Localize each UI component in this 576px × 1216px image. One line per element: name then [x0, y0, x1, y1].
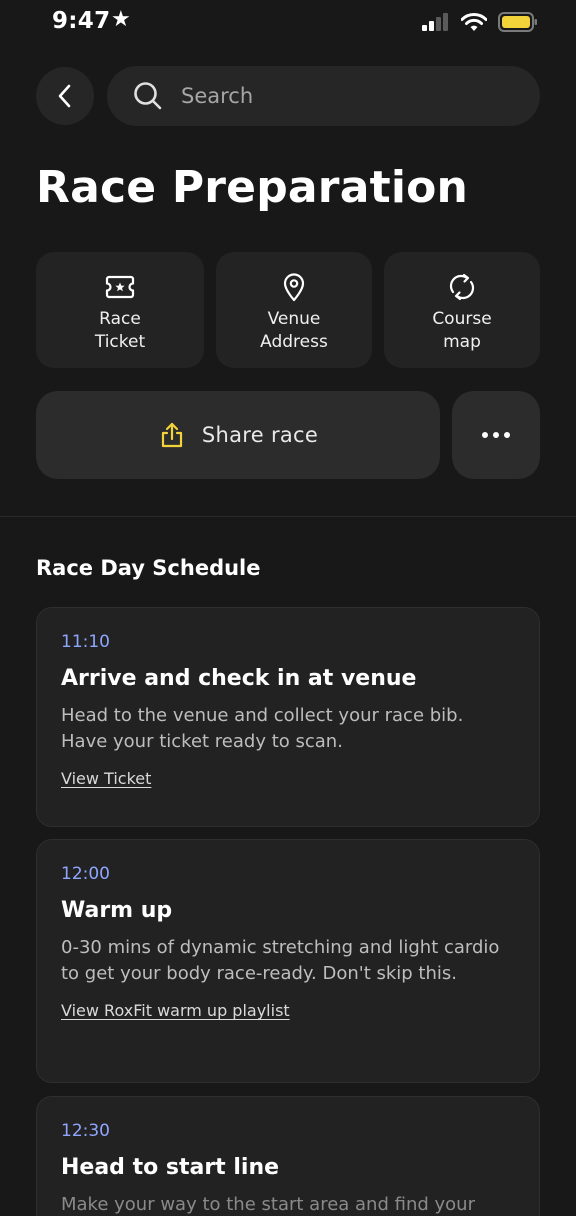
- share-race-button[interactable]: Share race: [36, 391, 440, 479]
- location-pin-icon: [283, 273, 305, 302]
- chevron-left-icon: [58, 84, 71, 108]
- loop-arrows-icon: [449, 273, 475, 301]
- search-icon: [134, 82, 162, 110]
- tile-label: Race Ticket: [94, 309, 146, 352]
- status-indicators: [422, 12, 538, 32]
- ticket-icon: [105, 275, 135, 299]
- schedule-card-start-line: 12:30 Head to start line Make your way t…: [36, 1096, 540, 1216]
- schedule-title: Warm up: [61, 898, 173, 923]
- cellular-signal-icon: [422, 13, 448, 31]
- schedule-section-title: Race Day Schedule: [36, 556, 261, 580]
- course-map-tile[interactable]: Course map: [384, 252, 540, 368]
- back-button[interactable]: [36, 67, 94, 125]
- schedule-card-warmup: 12:00 Warm up 0-30 mins of dynamic stret…: [36, 839, 540, 1083]
- more-options-button[interactable]: [452, 391, 540, 479]
- schedule-title: Arrive and check in at venue: [61, 666, 417, 691]
- schedule-card-checkin: 11:10 Arrive and check in at venue Head …: [36, 607, 540, 827]
- tile-label: Course map: [432, 309, 492, 352]
- view-ticket-link[interactable]: View Ticket: [61, 769, 151, 788]
- schedule-description: 0-30 mins of dynamic stretching and ligh…: [61, 937, 500, 984]
- venue-address-tile[interactable]: Venue Address: [216, 252, 372, 368]
- section-divider: [0, 516, 576, 517]
- star-icon: ★: [111, 7, 131, 32]
- wifi-icon: [461, 12, 487, 31]
- schedule-title: Head to start line: [61, 1155, 280, 1180]
- share-race-label: Share race: [201, 423, 319, 447]
- race-ticket-tile[interactable]: Race Ticket: [36, 252, 204, 368]
- search-bar[interactable]: [107, 66, 540, 126]
- schedule-time: 12:00: [61, 864, 110, 884]
- more-dots-icon: [482, 432, 510, 438]
- schedule-description: Head to the venue and collect your race …: [61, 705, 464, 752]
- status-time: 9:47: [52, 8, 111, 34]
- warmup-playlist-link[interactable]: View RoxFit warm up playlist: [61, 1001, 290, 1020]
- tile-label: Venue Address: [260, 309, 328, 352]
- page-title: Race Preparation: [36, 162, 469, 213]
- battery-icon: [498, 12, 537, 32]
- share-icon: [161, 422, 182, 448]
- schedule-time: 12:30: [61, 1121, 110, 1141]
- schedule-description: Make your way to the start area and find…: [61, 1194, 475, 1215]
- schedule-time: 11:10: [61, 632, 110, 652]
- race-preparation-screen: 9:47 ★ Search Race Preparation Race Tick…: [0, 0, 576, 1216]
- quick-actions: Race Ticket Venue Address Course map: [36, 252, 540, 368]
- search-input[interactable]: [181, 84, 521, 108]
- status-bar: 9:47 ★: [0, 0, 576, 48]
